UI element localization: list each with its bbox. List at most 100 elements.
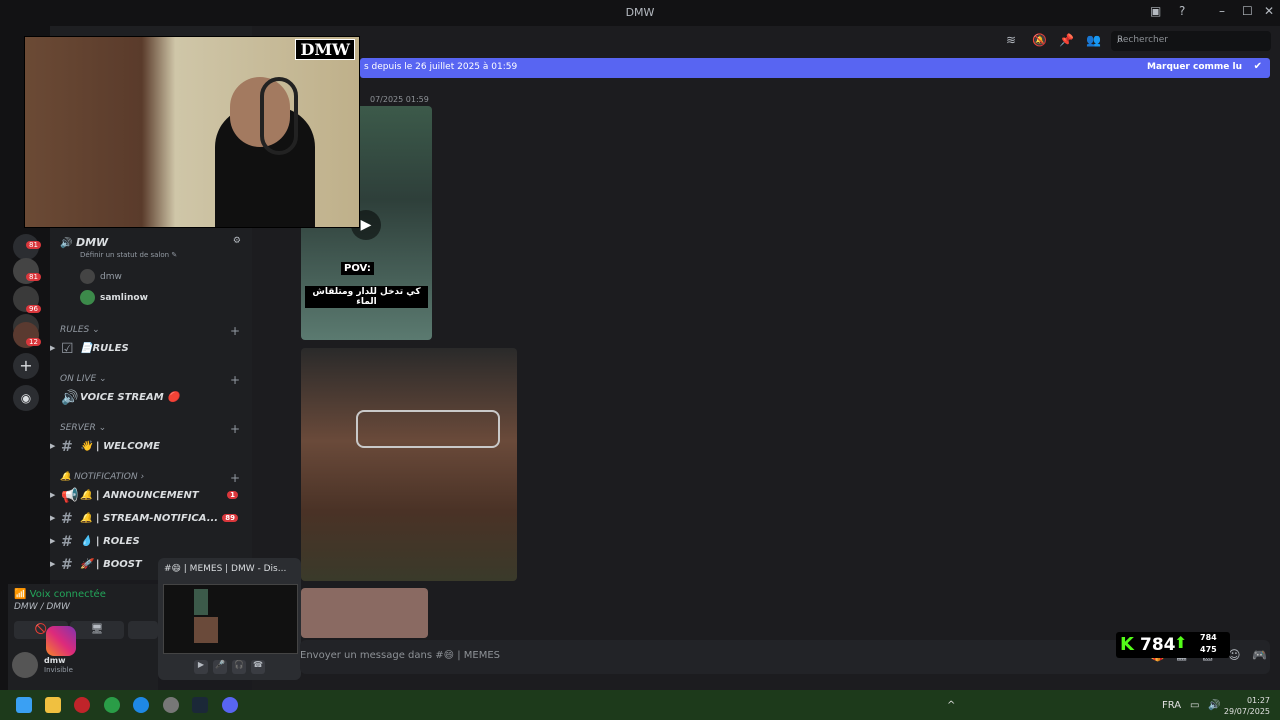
avatar xyxy=(80,290,95,305)
channel-label: 🔔 | STREAM-NOTIFICA... xyxy=(80,513,219,524)
add-server-icon[interactable]: + xyxy=(13,353,39,379)
steam-icon[interactable] xyxy=(192,697,208,713)
voice-location[interactable]: DMW / DMW xyxy=(14,602,70,612)
image-attachment[interactable] xyxy=(301,348,517,581)
category-label: ON LIVE ⌄ xyxy=(60,374,107,384)
category-label: 🔔 NOTIFICATION › xyxy=(60,472,145,482)
maximize-button[interactable]: ☐ xyxy=(1242,4,1253,18)
minimize-button[interactable]: – xyxy=(1219,4,1225,18)
glasses-shape xyxy=(356,410,500,448)
opera-icon[interactable] xyxy=(74,697,90,713)
chevron-right-icon: ▶ xyxy=(50,344,56,352)
camera-icon[interactable]: ▶ xyxy=(194,660,208,674)
add-channel-icon[interactable]: + xyxy=(230,471,240,485)
inbox-icon[interactable]: ▣ xyxy=(1150,4,1161,18)
add-channel-icon[interactable]: + xyxy=(230,422,240,436)
close-button[interactable]: ✕ xyxy=(1264,4,1274,18)
mention-badge: 1 xyxy=(227,491,238,499)
avatar[interactable] xyxy=(12,652,38,678)
search-icon: ⌕ xyxy=(1117,33,1124,46)
windows-start-icon[interactable] xyxy=(16,697,32,713)
channel-roles[interactable]: ▶ # 💧 | ROLES xyxy=(50,533,250,553)
channel-label: 💧 | ROLES xyxy=(80,536,140,547)
mention-badge: 89 xyxy=(222,514,238,522)
unread-banner[interactable]: s depuis le 26 juillet 2025 à 01:59 Marq… xyxy=(360,58,1270,78)
pin-icon[interactable]: 📌 xyxy=(1059,33,1074,47)
channel-announcement[interactable]: ▶ 📢 🔔 | ANNOUNCEMENT 1 xyxy=(50,487,250,507)
apps-icon[interactable]: 🎮 xyxy=(1252,648,1267,662)
threads-icon[interactable]: ≋ xyxy=(1006,33,1016,47)
message-input[interactable]: Envoyer un message dans #😄 | MEMES xyxy=(300,650,500,661)
arrow-up-icon: ⬆ xyxy=(1174,633,1188,652)
category-server[interactable]: SERVER ⌄ + xyxy=(60,422,240,436)
clock-time: 01:27 xyxy=(1246,696,1270,705)
channel-stream-notifications[interactable]: ▶ # 🔔 | STREAM-NOTIFICA... 89 xyxy=(50,510,250,530)
image-attachment[interactable] xyxy=(301,588,428,638)
add-channel-icon[interactable]: + xyxy=(230,324,240,338)
taskbar-preview-popup[interactable]: #😄 | MEMES | DMW - Dis... ▶ 🎤 🎧 ☎ xyxy=(158,558,301,680)
hash-icon: # xyxy=(61,557,73,573)
channel-status-prompt[interactable]: Définir un statut de salon ✎ xyxy=(80,251,177,259)
hash-icon: # xyxy=(61,439,73,455)
overlay-logo: DMW xyxy=(295,39,355,60)
voice-user-name: samlinow xyxy=(100,293,148,303)
file-explorer-icon[interactable] xyxy=(45,697,61,713)
help-icon[interactable]: ? xyxy=(1179,4,1185,18)
channel-label: 🔔 | ANNOUNCEMENT xyxy=(80,490,199,501)
webcam-overlay: DMW xyxy=(24,36,360,228)
mic-icon[interactable]: 🎤 xyxy=(213,660,227,674)
kick-viewer-overlay: K 784 ⬆ 784 475 xyxy=(1116,632,1230,658)
channel-welcome[interactable]: ▶ # 👋 | WELCOME xyxy=(50,438,250,458)
headphones-icon[interactable]: 🎧 xyxy=(232,660,246,674)
category-label: RULES ⌄ xyxy=(60,325,100,335)
channel-rules[interactable]: ▶ ☑ 📄RULES xyxy=(50,340,250,360)
disconnect-icon[interactable]: ☎ xyxy=(251,660,265,674)
kick-logo-icon: K xyxy=(1120,634,1134,655)
mark-read-icon: ✔ xyxy=(1253,61,1262,72)
channel-label: 📄RULES xyxy=(80,343,129,354)
volume-icon[interactable]: 🔊 xyxy=(1208,700,1220,711)
category-on-live[interactable]: ON LIVE ⌄ + xyxy=(60,373,240,387)
server-name: DMW xyxy=(75,236,109,249)
screen-share-button[interactable]: 🖥 xyxy=(70,621,124,639)
notifications-icon[interactable]: 🔕 xyxy=(1032,33,1047,47)
members-icon[interactable]: 👥 xyxy=(1086,33,1101,47)
mention-badge: 96 xyxy=(26,305,41,313)
mention-badge: 12 xyxy=(26,338,41,346)
category-label: SERVER ⌄ xyxy=(60,423,107,433)
chrome-icon[interactable] xyxy=(104,697,120,713)
language-indicator[interactable]: FRA xyxy=(1162,700,1181,711)
gear-icon[interactable]: ⚙ xyxy=(233,236,241,246)
voice-channel-header[interactable]: 🔊 DMW ⚙ xyxy=(60,236,245,249)
edge-icon[interactable] xyxy=(133,697,149,713)
channel-voice-stream[interactable]: 🔊 VOICE STREAM 🔴 xyxy=(50,389,250,409)
search-box[interactable]: Rechercher ⌕ xyxy=(1111,31,1271,51)
app-icon[interactable] xyxy=(163,697,179,713)
add-channel-icon[interactable]: + xyxy=(230,373,240,387)
signal-icon: 📶 xyxy=(14,589,27,600)
mention-badge: 81 xyxy=(26,273,41,281)
kick-viewer-count: 784 xyxy=(1140,635,1176,655)
megaphone-icon: 📢 xyxy=(61,488,79,504)
chevron-up-icon[interactable]: ^ xyxy=(947,700,955,711)
network-icon[interactable]: ▭ xyxy=(1190,700,1199,711)
thumb-media xyxy=(194,617,218,643)
category-rules[interactable]: RULES ⌄ + xyxy=(60,324,240,338)
channel-label: VOICE STREAM 🔴 xyxy=(80,392,180,403)
voice-status-text: Voix connectée xyxy=(29,589,106,600)
user-status: Invisible xyxy=(44,666,73,674)
preview-thumbnail[interactable] xyxy=(163,584,298,654)
category-notification[interactable]: 🔔 NOTIFICATION › + xyxy=(60,471,240,485)
clock[interactable]: 01:27 29/07/2025 xyxy=(1224,695,1270,717)
discord-icon[interactable] xyxy=(222,697,238,713)
kick-up-count: 784 xyxy=(1200,633,1217,642)
instagram-icon xyxy=(46,626,76,656)
mark-as-read-button[interactable]: Marquer comme lu xyxy=(1147,62,1242,72)
preview-title: #😄 | MEMES | DMW - Dis... xyxy=(164,564,287,574)
chevron-right-icon: ▶ xyxy=(50,491,56,499)
chevron-right-icon: ▶ xyxy=(50,514,56,522)
chevron-right-icon: ▶ xyxy=(50,442,56,450)
hash-icon: # xyxy=(61,511,73,527)
activity-button[interactable] xyxy=(128,621,158,639)
discover-icon[interactable]: ◉ xyxy=(13,385,39,411)
